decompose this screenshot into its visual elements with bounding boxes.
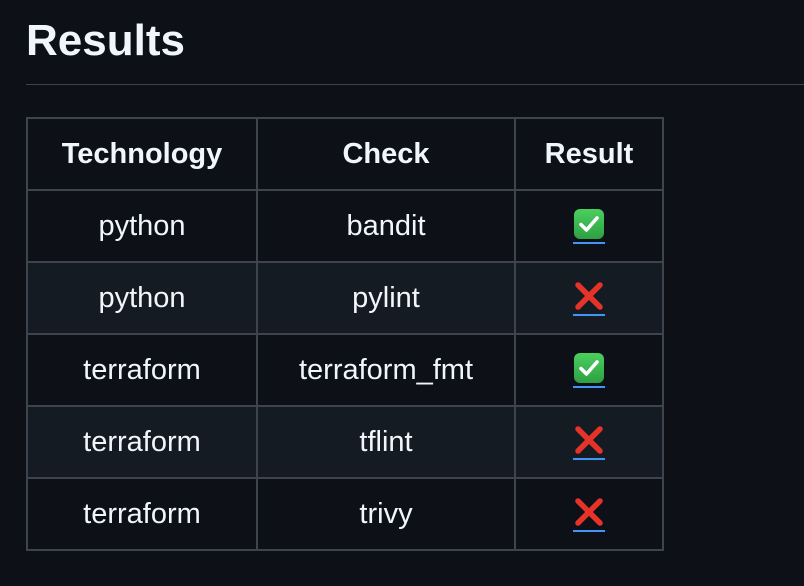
cross-mark-icon[interactable] bbox=[573, 280, 605, 316]
check-mark-icon[interactable] bbox=[573, 352, 605, 388]
table-row: terraform trivy bbox=[26, 477, 664, 551]
cross-mark-icon[interactable] bbox=[573, 496, 605, 532]
cell-check: pylint bbox=[256, 261, 516, 335]
results-table: Technology Check Result python bandit py… bbox=[26, 117, 664, 551]
results-page: Results Technology Check Result python b… bbox=[0, 0, 804, 586]
cell-check: terraform_fmt bbox=[256, 333, 516, 407]
table-row: python bandit bbox=[26, 189, 664, 263]
cell-result bbox=[514, 261, 664, 335]
cross-mark-icon[interactable] bbox=[573, 424, 605, 460]
cell-result bbox=[514, 477, 664, 551]
cell-technology: terraform bbox=[26, 405, 258, 479]
title-divider bbox=[26, 84, 804, 85]
cell-result bbox=[514, 189, 664, 263]
table-row: terraform tflint bbox=[26, 405, 664, 479]
cell-check: tflint bbox=[256, 405, 516, 479]
cell-check: trivy bbox=[256, 477, 516, 551]
cell-check: bandit bbox=[256, 189, 516, 263]
cell-technology: terraform bbox=[26, 333, 258, 407]
check-mark-icon[interactable] bbox=[573, 208, 605, 244]
header-result: Result bbox=[514, 117, 664, 191]
table-row: terraform terraform_fmt bbox=[26, 333, 664, 407]
table-header-row: Technology Check Result bbox=[26, 117, 664, 191]
cell-technology: python bbox=[26, 261, 258, 335]
header-check: Check bbox=[256, 117, 516, 191]
cell-technology: python bbox=[26, 189, 258, 263]
page-title: Results bbox=[26, 16, 185, 65]
header-technology: Technology bbox=[26, 117, 258, 191]
cell-result bbox=[514, 333, 664, 407]
table-row: python pylint bbox=[26, 261, 664, 335]
cell-result bbox=[514, 405, 664, 479]
cell-technology: terraform bbox=[26, 477, 258, 551]
